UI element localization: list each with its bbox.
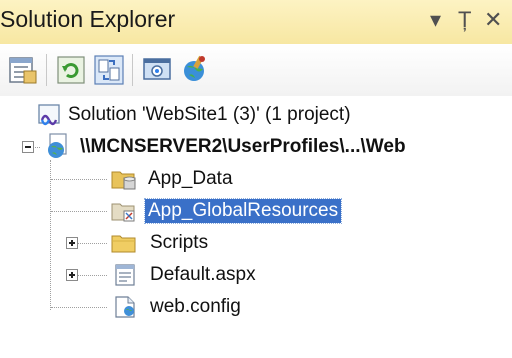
tree-item-label-selected: App_GlobalResources xyxy=(143,198,343,224)
dropdown-arrow-icon[interactable]: ▾ xyxy=(430,6,441,34)
collapse-toggle-icon[interactable] xyxy=(22,141,34,153)
copy-website-icon[interactable] xyxy=(92,53,126,87)
refresh-icon[interactable] xyxy=(54,53,88,87)
tree-row-web-config[interactable]: web.config xyxy=(0,292,512,322)
panel-title-bar: Solution Explorer ▾ Ț ✕ xyxy=(0,0,512,45)
tree-row-solution[interactable]: Solution 'WebSite1 (3)' (1 project) xyxy=(0,100,512,130)
project-label: \\MCNSERVER2\UserProfiles\...\Web xyxy=(80,136,406,157)
tree-item-label: web.config xyxy=(150,296,241,317)
folder-icon xyxy=(111,235,136,253)
toolbar-separator xyxy=(132,54,133,86)
toolbar xyxy=(0,44,512,96)
tree-item-label: Default.aspx xyxy=(150,264,256,285)
tree-row-scripts[interactable]: Scripts xyxy=(0,228,512,258)
tree-row-app-globalresources[interactable]: App_GlobalResources xyxy=(0,196,512,226)
asp-config-icon[interactable] xyxy=(178,53,212,87)
expand-toggle-icon[interactable] xyxy=(66,269,78,281)
solution-tree: Solution 'WebSite1 (3)' (1 project) \\MC… xyxy=(0,96,512,358)
solution-icon xyxy=(38,104,60,126)
view-designer-icon[interactable] xyxy=(140,53,174,87)
tree-row-project[interactable]: \\MCNSERVER2\UserProfiles\...\Web xyxy=(0,132,512,162)
panel-title: Solution Explorer xyxy=(0,6,176,32)
special-folder-icon xyxy=(111,171,136,190)
tree-item-label: Scripts xyxy=(150,232,209,253)
website-project-icon xyxy=(48,133,67,158)
resources-folder-icon xyxy=(111,203,135,222)
config-file-icon xyxy=(115,296,135,318)
tree-row-app-data[interactable]: App_Data xyxy=(0,164,512,194)
tree-row-default-aspx[interactable]: Default.aspx xyxy=(0,260,512,290)
expand-toggle-icon[interactable] xyxy=(66,237,78,249)
properties-icon[interactable] xyxy=(6,53,40,87)
tree-item-label: App_Data xyxy=(148,168,233,189)
aspx-page-icon xyxy=(115,264,135,286)
toolbar-separator xyxy=(46,54,47,86)
solution-label: Solution 'WebSite1 (3)' (1 project) xyxy=(68,104,351,125)
pin-icon[interactable]: Ț xyxy=(458,6,471,34)
close-icon[interactable]: ✕ xyxy=(484,6,502,34)
